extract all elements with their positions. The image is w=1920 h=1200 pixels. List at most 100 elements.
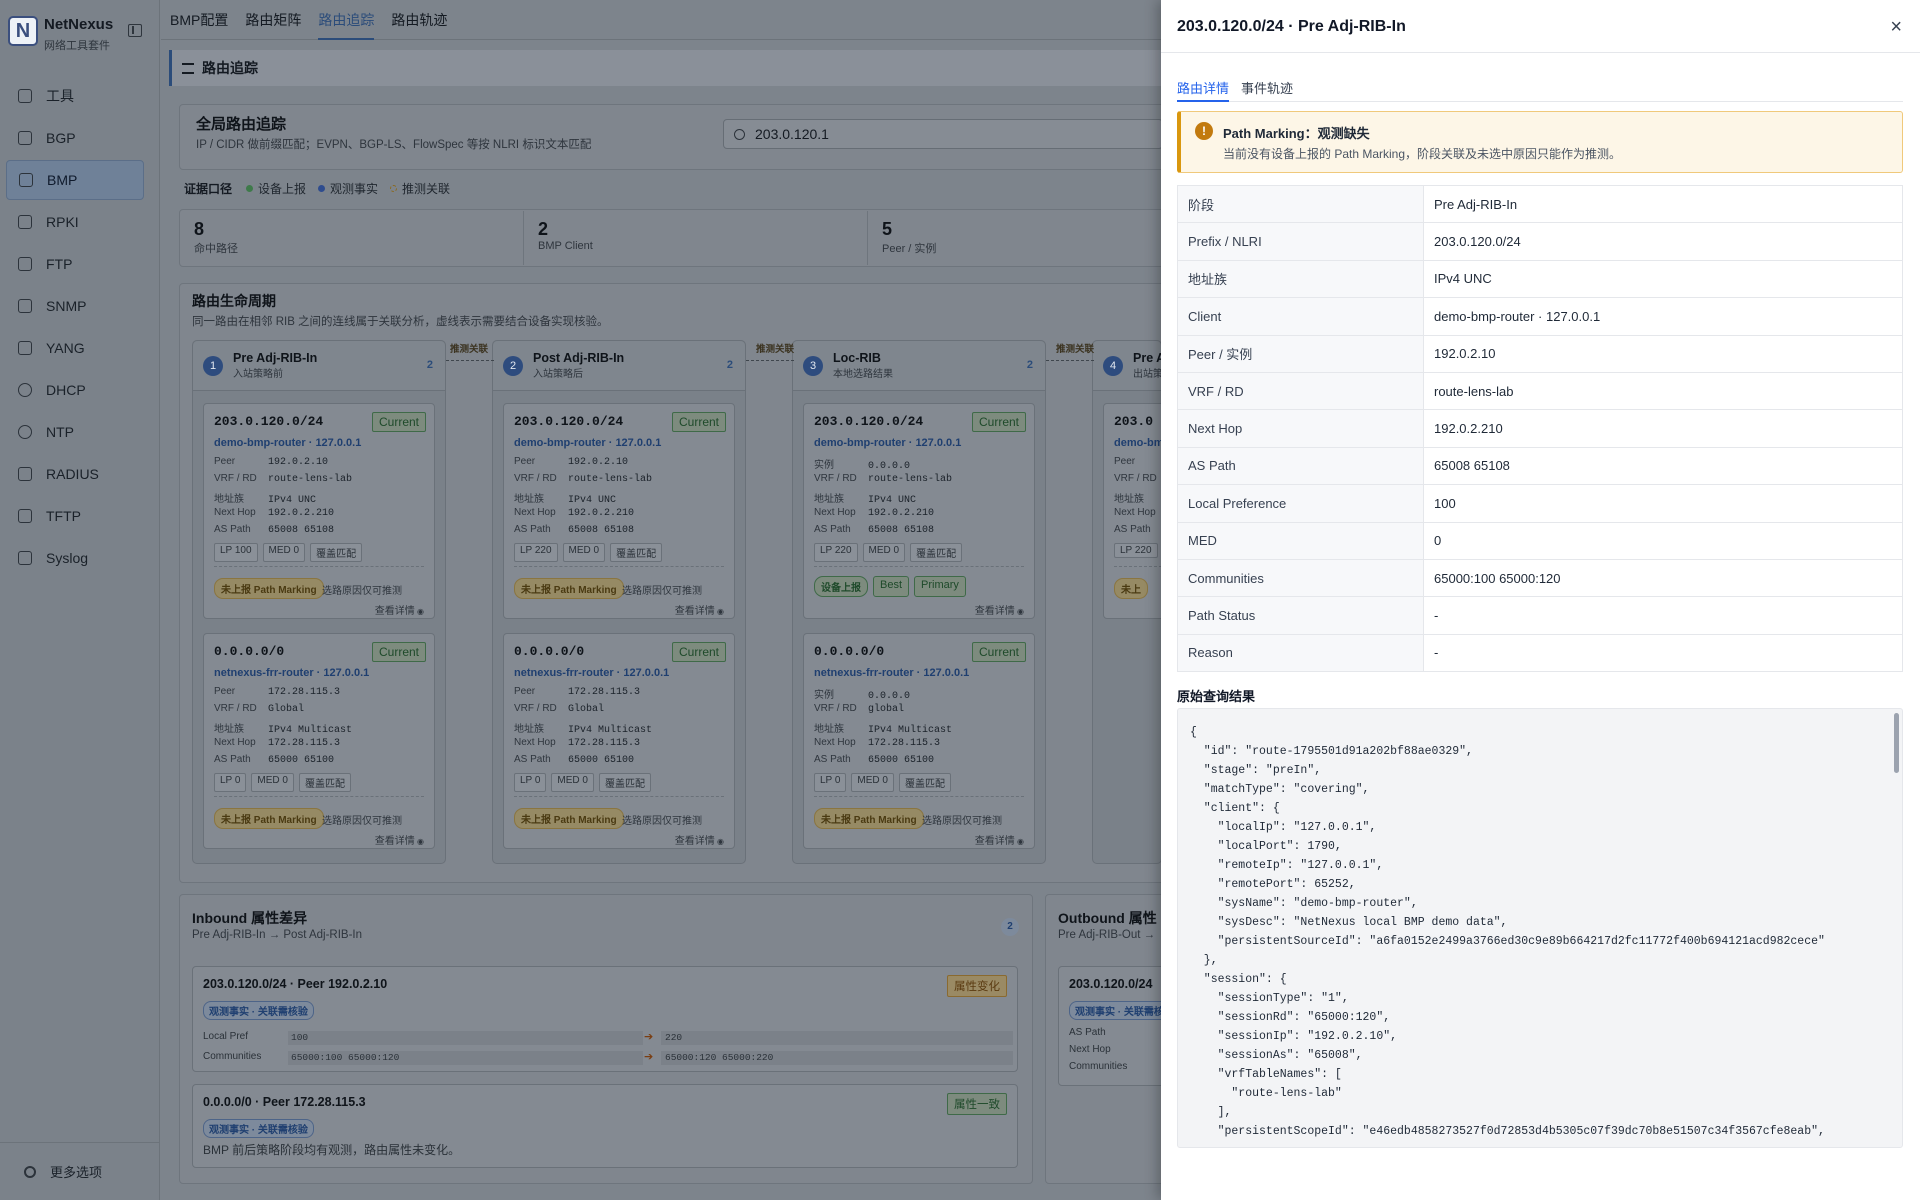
diff-row-local-pref: Local Pref 100 ➔ 220 bbox=[203, 1031, 1013, 1045]
view-details-link[interactable]: 查看详情 ◉ bbox=[375, 832, 424, 847]
arrow-right-icon: ➔ bbox=[644, 1031, 654, 1043]
column-header: 2 Post Adj-RIB-In 入站策略后 bbox=[493, 341, 745, 391]
path-marking-badge: 未上 bbox=[1114, 578, 1148, 599]
current-badge: Current bbox=[671, 642, 726, 662]
path-marking-note: 选路原因仅可推测 bbox=[622, 586, 702, 597]
sidebar-item-ftp[interactable]: FTP bbox=[6, 244, 144, 284]
sidebar-item-syslog[interactable]: Syslog bbox=[6, 538, 144, 578]
raw-result-title: 原始查询结果 bbox=[1177, 689, 1256, 704]
tab-route-details[interactable]: 路由详情 bbox=[1177, 78, 1229, 97]
attr-key: MED bbox=[1177, 522, 1424, 560]
outbound-diff: Outbound 属性 Pre Adj-RIB-Out → 203.0.120.… bbox=[1045, 894, 1165, 1184]
tab-event-trail[interactable]: 事件轨迹 bbox=[1241, 78, 1293, 97]
close-icon[interactable]: × bbox=[1890, 16, 1902, 39]
sidebar-item-rpki[interactable]: RPKI bbox=[6, 202, 144, 242]
attr-row: Client demo-bmp-router · 127.0.0.1 bbox=[1177, 297, 1903, 336]
sidebar-item-bmp[interactable]: BMP bbox=[6, 160, 144, 200]
attr-key: 阶段 bbox=[1177, 185, 1424, 224]
view-details-link[interactable]: 查看详情 ◉ bbox=[975, 602, 1024, 617]
raw-json-viewer[interactable]: { "id": "route-1795501d91a202bf88ae0329"… bbox=[1177, 708, 1903, 1148]
diff-card-1[interactable]: 203.0.120.0/24 · Peer 192.0.2.10 属性变化 观测… bbox=[192, 966, 1018, 1072]
route-attr-row: VRF / RD route-lens-lab bbox=[514, 473, 653, 485]
tab-2[interactable]: 路由追踪 bbox=[310, 0, 382, 40]
sidebar-item-dhcp[interactable]: DHCP bbox=[6, 370, 144, 410]
attr-row: VRF / RD route-lens-lab bbox=[1177, 372, 1903, 411]
attr-chip: MED 0 bbox=[251, 773, 294, 792]
diff-card-2[interactable]: 0.0.0.0/0 · Peer 172.28.115.3 属性一致 观测事实 … bbox=[192, 1084, 1018, 1168]
route-device[interactable]: demo-bm bbox=[1114, 437, 1161, 449]
attr-value: 65000:100 65000:120 bbox=[1423, 559, 1903, 598]
tab-3[interactable]: 路由轨迹 bbox=[383, 0, 455, 39]
inbound-diff: Inbound 属性差异 Pre Adj-RIB-In → Post Adj-R… bbox=[179, 894, 1033, 1184]
path-marking-note: 选路原因仅可推测 bbox=[322, 816, 402, 827]
eye-icon: ◉ bbox=[714, 607, 724, 616]
attr-row: Path Status - bbox=[1177, 596, 1903, 635]
attr-value: 203.0.120.0/24 bbox=[1423, 222, 1903, 261]
more-options-button[interactable]: 更多选项 bbox=[0, 1142, 160, 1200]
inbound-count-badge: 2 bbox=[1001, 918, 1019, 936]
route-device[interactable]: netnexus-frr-router · 127.0.0.1 bbox=[814, 667, 969, 679]
route-card[interactable]: 203.0.120.0/24 Current demo-bmp-router · 1… bbox=[503, 403, 735, 619]
attr-chip: MED 0 bbox=[862, 543, 906, 562]
app-name: NetNexus bbox=[44, 16, 114, 33]
column-name: Pre A bbox=[1133, 351, 1162, 365]
attr-chip: MED 0 bbox=[551, 773, 594, 792]
column-sub: 入站策略前 bbox=[233, 369, 283, 380]
attr-value: 192.0.2.10 bbox=[1423, 335, 1903, 373]
attr-row: AS Path 65008 65108 bbox=[1177, 447, 1903, 486]
collapse-sidebar-icon[interactable] bbox=[128, 24, 142, 37]
diff-tag: 属性变化 bbox=[947, 975, 1007, 997]
route-device[interactable]: demo-bmp-router · 127.0.0.1 bbox=[514, 437, 661, 449]
route-card[interactable]: 0.0.0.0/0 Current netnexus-frr-router · 12… bbox=[803, 633, 1035, 849]
view-details-link[interactable]: 查看详情 ◉ bbox=[675, 832, 724, 847]
sidebar-item-yang[interactable]: YANG bbox=[6, 328, 144, 368]
eye-icon: ◉ bbox=[414, 837, 424, 846]
route-card[interactable]: 0.0.0.0/0 Current netnexus-frr-router · 12… bbox=[503, 633, 735, 849]
sidebar-item-bgp[interactable]: BGP bbox=[6, 118, 144, 158]
route-attr-row: Next Hop bbox=[1114, 507, 1156, 518]
search-input[interactable]: 203.0.120.1 bbox=[723, 119, 1163, 149]
attr-chip: LP 0 bbox=[214, 773, 247, 792]
route-card[interactable]: 203.0.120.0/24 Current demo-bmp-router · 1… bbox=[803, 403, 1035, 619]
route-attr-row: Next Hop 192.0.2.210 bbox=[514, 507, 635, 519]
sidebar-item-tftp[interactable]: TFTP bbox=[6, 496, 144, 536]
global-trace-desc: IP / CIDR 做前缀匹配；EVPN、BGP-LS、FlowSpec 等按 … bbox=[196, 139, 592, 151]
route-attr-row: VRF / RD global bbox=[814, 703, 905, 715]
outbound-diff-item[interactable]: 203.0.120.0/24 观测事实 · 关联需核验 AS Path Next… bbox=[1058, 966, 1165, 1086]
attr-chip: 覆盖匹配 bbox=[298, 773, 351, 792]
sidebar-item-snmp[interactable]: SNMP bbox=[6, 286, 144, 326]
path-marking-note: 选路原因仅可推测 bbox=[922, 816, 1002, 827]
path-marking-badge: 未上报 Path Marking bbox=[214, 808, 324, 829]
view-details-link[interactable]: 查看详情 ◉ bbox=[675, 602, 724, 617]
route-device[interactable]: demo-bmp-router · 127.0.0.1 bbox=[814, 437, 961, 449]
sidebar-item-ntp[interactable]: NTP bbox=[6, 412, 144, 452]
column-header: 3 Loc-RIB 本地选路结果 bbox=[793, 341, 1045, 391]
view-details-link[interactable]: 查看详情 ◉ bbox=[975, 832, 1024, 847]
attr-key: VRF / RD bbox=[1177, 372, 1424, 411]
lifecycle-column: 1 Pre Adj-RIB-In 入站策略前 2 203.0.120.0/24 Curre… bbox=[192, 340, 446, 864]
route-device[interactable]: netnexus-frr-router · 127.0.0.1 bbox=[214, 667, 369, 679]
sidebar-item-工具[interactable]: 工具 bbox=[6, 76, 144, 116]
scrollbar[interactable] bbox=[1894, 713, 1899, 773]
section-title: 路由追踪 bbox=[202, 60, 258, 76]
view-details-link[interactable]: 查看详情 ◉ bbox=[375, 602, 424, 617]
route-attr-row: AS Path 65000 65100 bbox=[214, 754, 335, 766]
sidebar-item-radius[interactable]: RADIUS bbox=[6, 454, 144, 494]
legend-item-device: 设备上报 bbox=[246, 180, 306, 197]
route-card[interactable]: 0.0.0.0/0 Current netnexus-frr-router · 12… bbox=[203, 633, 435, 849]
route-device[interactable]: netnexus-frr-router · 127.0.0.1 bbox=[514, 667, 669, 679]
route-card[interactable]: 203.0 demo-bm Peer VRF / RD 地址族 Next Hop AS Pa… bbox=[1103, 403, 1161, 619]
path-marking-badge: 未上报 Path Marking bbox=[214, 578, 324, 599]
app-subtitle: 网络工具套件 bbox=[44, 40, 110, 52]
route-card[interactable]: 203.0.120.0/24 Current demo-bmp-router · 1… bbox=[203, 403, 435, 619]
attr-chip: LP 0 bbox=[514, 773, 547, 792]
step-number: 2 bbox=[503, 355, 523, 376]
code-icon bbox=[18, 299, 32, 313]
tab-0[interactable]: BMP配置 bbox=[162, 0, 236, 39]
attr-row: 阶段 Pre Adj-RIB-In bbox=[1177, 185, 1903, 224]
tab-1[interactable]: 路由矩阵 bbox=[237, 0, 309, 39]
attr-key: Prefix / NLRI bbox=[1177, 222, 1424, 261]
more-options-label: 更多选项 bbox=[50, 1165, 103, 1180]
path-marking-badge: 未上报 Path Marking bbox=[514, 578, 624, 599]
route-device[interactable]: demo-bmp-router · 127.0.0.1 bbox=[214, 437, 361, 449]
